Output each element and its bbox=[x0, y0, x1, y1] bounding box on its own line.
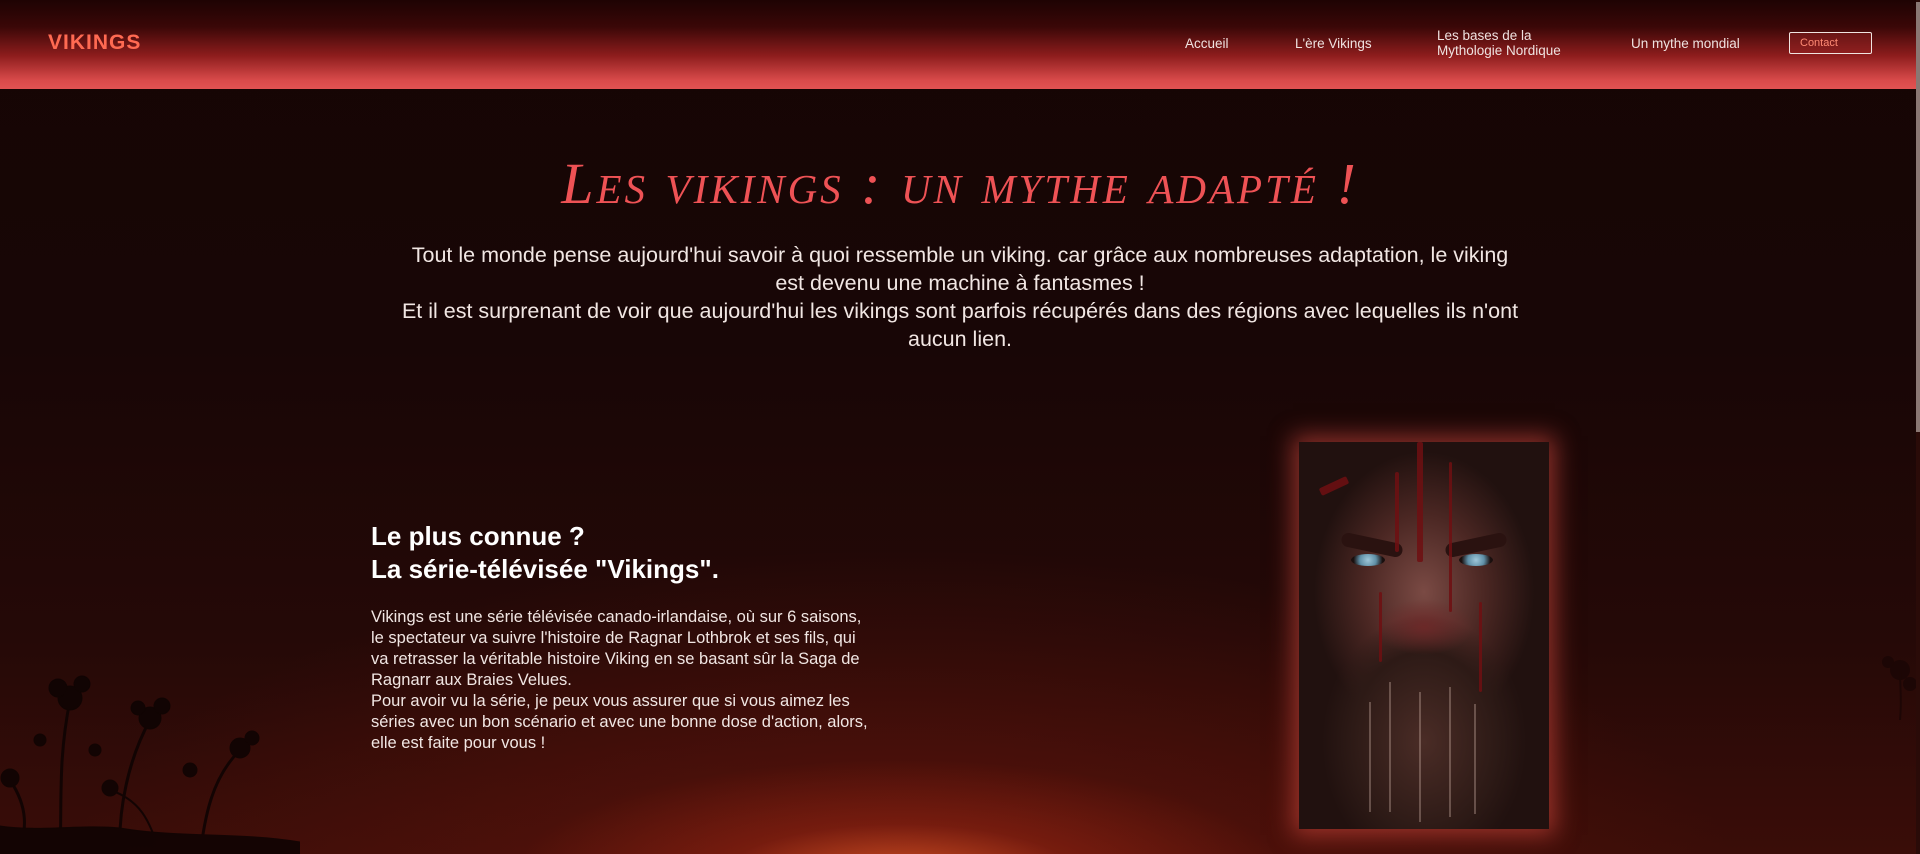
beard-strand bbox=[1419, 692, 1421, 822]
section-body-line: Vikings est une série télévisée canado-i… bbox=[371, 608, 862, 626]
nav-link-mythologie-nordique[interactable]: Les bases de la Mythologie Nordique bbox=[1437, 28, 1577, 58]
brand-logo[interactable]: VIKINGS bbox=[48, 31, 141, 55]
hero-intro-line: aucun lien. bbox=[908, 327, 1012, 351]
plants-silhouette-right-icon bbox=[1882, 656, 1916, 720]
section-title-line: La série-télévisée "Vikings". bbox=[371, 554, 719, 584]
nav-link-ere-vikings[interactable]: L'ère Vikings bbox=[1295, 36, 1372, 51]
nav-link-mythologie-line2: Mythologie Nordique bbox=[1437, 43, 1561, 58]
plants-silhouette-icon bbox=[0, 675, 300, 854]
left-eye bbox=[1351, 554, 1385, 566]
hero-intro: Tout le monde pense aujourd'hui savoir à… bbox=[350, 241, 1570, 353]
contact-button[interactable]: Contact bbox=[1789, 32, 1872, 54]
section-title: Le plus connue ? La série-télévisée "Vik… bbox=[371, 520, 719, 586]
beard-strand bbox=[1449, 687, 1451, 817]
blood-streak bbox=[1379, 592, 1382, 662]
site-header: VIKINGS Accueil L'ère Vikings Les bases … bbox=[0, 0, 1916, 89]
hero-intro-line: Tout le monde pense aujourd'hui savoir à… bbox=[411, 243, 1509, 267]
section-body-line: Ragnarr aux Braies Velues. bbox=[371, 671, 572, 689]
blood-streak bbox=[1479, 602, 1482, 692]
section-body-line: le spectateur va suivre l'histoire de Ra… bbox=[371, 629, 856, 647]
section-title-line: Le plus connue ? bbox=[371, 521, 585, 551]
beard-strand bbox=[1389, 682, 1391, 812]
viking-warrior-image bbox=[1299, 442, 1549, 829]
hero-intro-line: est devenu une machine à fantasmes ! bbox=[775, 271, 1145, 295]
nav-link-accueil[interactable]: Accueil bbox=[1185, 36, 1229, 51]
section-body-line: séries avec un bon scénario et avec une … bbox=[371, 713, 868, 731]
nav-link-mythologie-line1: Les bases de la bbox=[1437, 28, 1532, 43]
page-scrollbar[interactable] bbox=[1916, 0, 1920, 854]
beard-strand bbox=[1369, 702, 1371, 812]
blood-streak bbox=[1395, 472, 1399, 552]
scrollbar-thumb[interactable] bbox=[1916, 2, 1920, 432]
blood-streak bbox=[1449, 462, 1452, 612]
section-body-line: va retrasser la véritable histoire Vikin… bbox=[371, 650, 860, 668]
hero-intro-line: Et il est surprenant de voir que aujourd… bbox=[401, 299, 1519, 323]
nav-link-mythe-mondial[interactable]: Un mythe mondial bbox=[1631, 36, 1740, 51]
blood-streak bbox=[1417, 442, 1423, 562]
beard-strand bbox=[1474, 704, 1476, 814]
section-body-line: Pour avoir vu la série, je peux vous ass… bbox=[371, 692, 850, 710]
blood-streak bbox=[1318, 476, 1350, 496]
section-body-line: elle est faite pour vous ! bbox=[371, 734, 546, 752]
right-eye bbox=[1459, 554, 1493, 566]
section-body: Vikings est une série télévisée canado-i… bbox=[371, 607, 951, 754]
hero-title: Les vikings : un mythe adapté ! bbox=[561, 151, 1359, 216]
